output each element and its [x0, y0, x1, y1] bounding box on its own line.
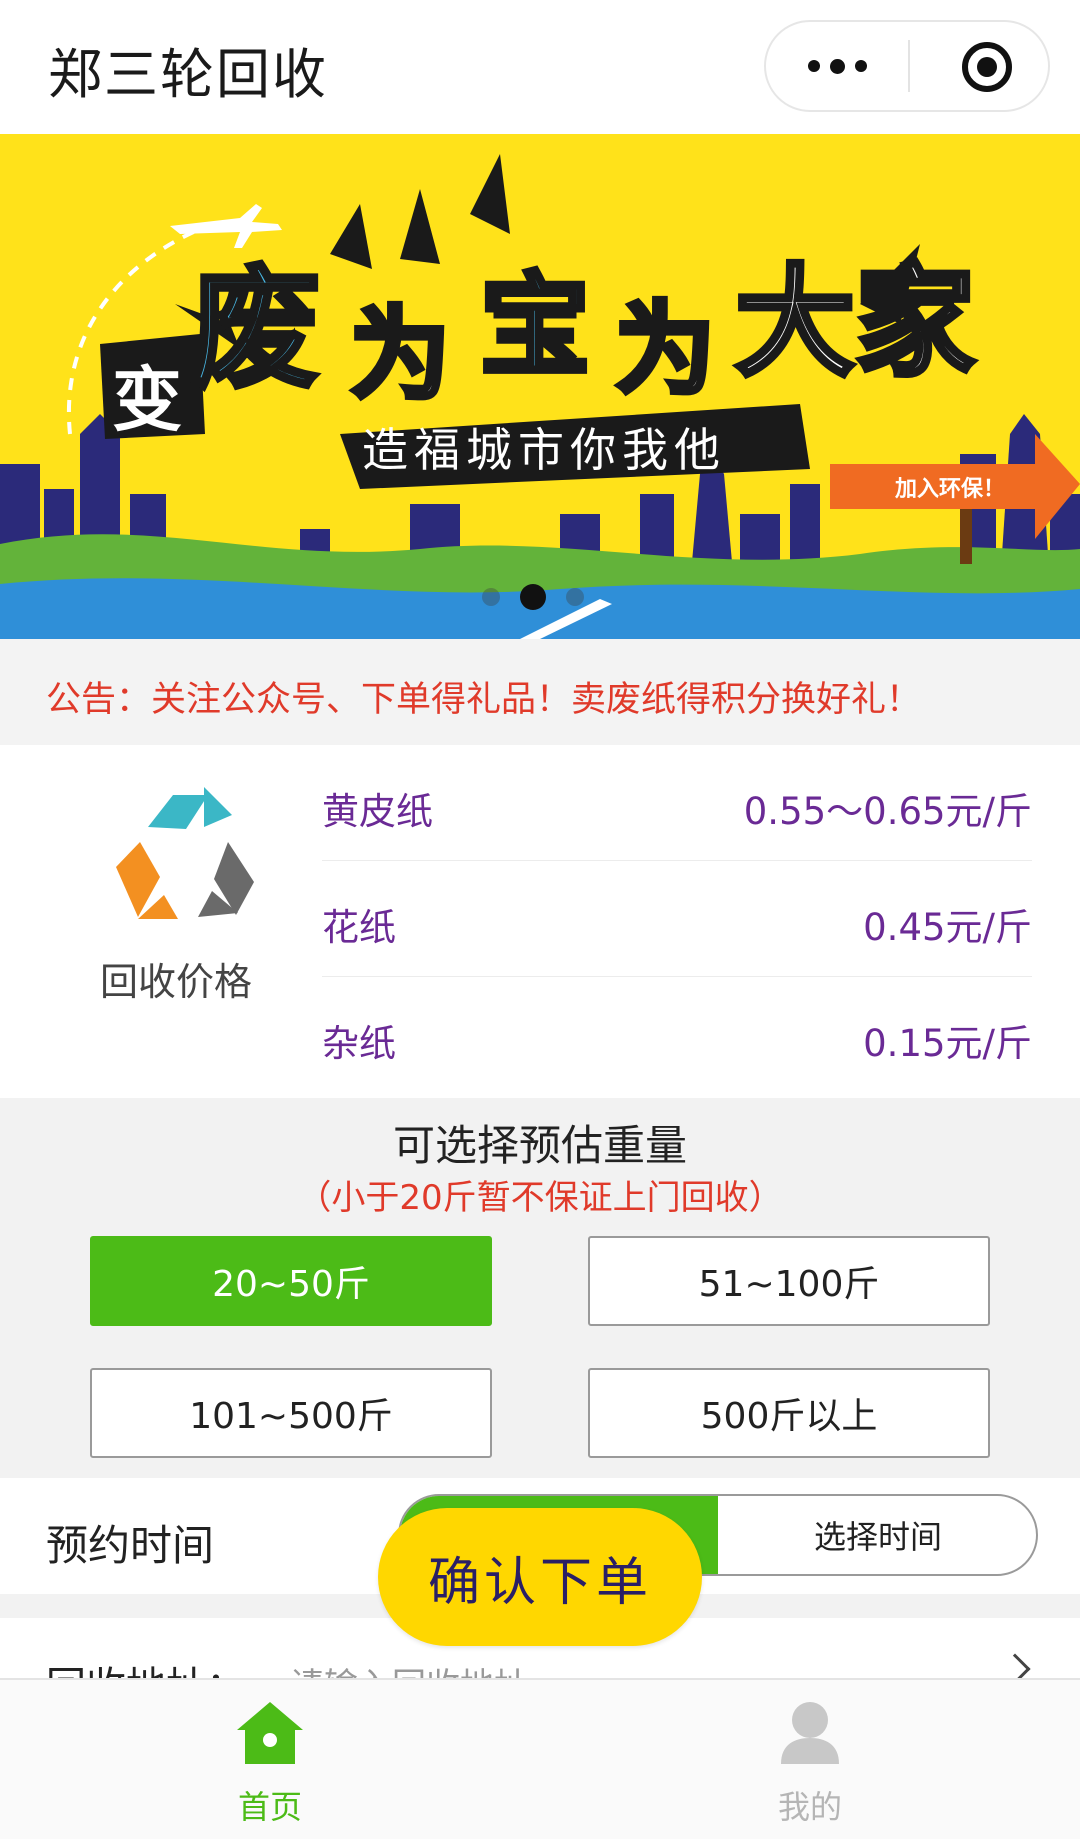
target-close-icon[interactable]: [962, 42, 1012, 92]
tab-home[interactable]: 首页: [0, 1680, 540, 1839]
price-name: 杂纸: [322, 1022, 396, 1065]
select-time-button[interactable]: 选择时间: [718, 1496, 1036, 1574]
price-row: 杂纸 0.15元/斤: [322, 977, 1032, 1093]
weight-option-500-plus[interactable]: 500斤以上: [588, 1368, 990, 1458]
address-label: 回收地址：: [46, 1654, 246, 1678]
price-label: 回收价格: [100, 960, 253, 1004]
price-row: 黄皮纸 0.55～0.65元/斤: [322, 745, 1032, 861]
carousel-dots: [482, 584, 584, 610]
weight-title: 可选择预估重量: [392, 1121, 687, 1170]
confirm-order-button[interactable]: 确认下单: [378, 1508, 702, 1646]
tab-mine-label: 我的: [777, 1788, 842, 1826]
headline-prefix: 变: [112, 361, 182, 439]
more-dots-icon[interactable]: [766, 22, 908, 110]
notice-bar: 公告：关注公众号、下单得礼品！卖废纸得积分换好礼！: [0, 639, 1080, 745]
tab-bar: 首页 我的: [0, 1678, 1080, 1839]
appointment-label: 预约时间: [46, 1521, 215, 1570]
tab-mine[interactable]: 我的: [540, 1680, 1080, 1839]
headline-dajia: 大家: [735, 256, 975, 390]
price-name: 花纸: [322, 906, 396, 949]
price-value: 0.55～0.65元/斤: [743, 790, 1032, 833]
carousel-dot-active[interactable]: [520, 584, 546, 610]
tab-home-label: 首页: [237, 1788, 302, 1826]
weight-option-51-100[interactable]: 51~100斤: [588, 1236, 990, 1326]
recycle-icon: [116, 787, 254, 919]
price-value: 0.45元/斤: [863, 906, 1032, 949]
price-name: 黄皮纸: [322, 790, 433, 833]
app-title: 郑三轮回收: [48, 43, 328, 106]
price-value: 0.15元/斤: [863, 1022, 1032, 1065]
price-section: 回收价格 黄皮纸 0.55～0.65元/斤 花纸 0.45元/斤 杂纸 0.15…: [0, 745, 1080, 1098]
capsule-menu: [764, 20, 1050, 112]
weight-option-101-500[interactable]: 101~500斤: [90, 1368, 492, 1458]
headline-wei-2: 为: [615, 294, 715, 406]
carousel-dot[interactable]: [482, 588, 500, 606]
price-row: 花纸 0.45元/斤: [322, 861, 1032, 977]
banner-subline: 造福城市你我他: [362, 424, 726, 476]
chevron-right-icon: [999, 1653, 1031, 1678]
notice-text: 公告：关注公众号、下单得礼品！卖废纸得积分换好礼！: [46, 680, 922, 720]
headline-fei: 废: [190, 256, 320, 402]
carousel-dot[interactable]: [566, 588, 584, 606]
user-icon: [781, 1702, 839, 1764]
address-input[interactable]: 请输入回收地址: [290, 1658, 528, 1678]
weight-option-20-50[interactable]: 20~50斤: [90, 1236, 492, 1326]
promo-banner[interactable]: 变 废 为 宝 为 大家 造福城市你我他 加入环保！: [0, 134, 1080, 639]
banner-arrow-text: 加入环保！: [894, 476, 1005, 501]
capsule-divider: [908, 40, 910, 92]
home-icon: [237, 1702, 303, 1764]
weight-section: 可选择预估重量 （小于20斤暂不保证上门回收） 20~50斤 51~100斤 1…: [0, 1098, 1080, 1478]
headline-wei-1: 为: [350, 299, 450, 411]
weight-note: （小于20斤暂不保证上门回收）: [297, 1178, 783, 1218]
title-bar: 郑三轮回收: [0, 0, 1080, 134]
headline-bao: 宝: [480, 265, 590, 388]
banner-headline: 变 废 为 宝 为 大家 造福城市你我他 加入环保！: [112, 254, 1005, 502]
